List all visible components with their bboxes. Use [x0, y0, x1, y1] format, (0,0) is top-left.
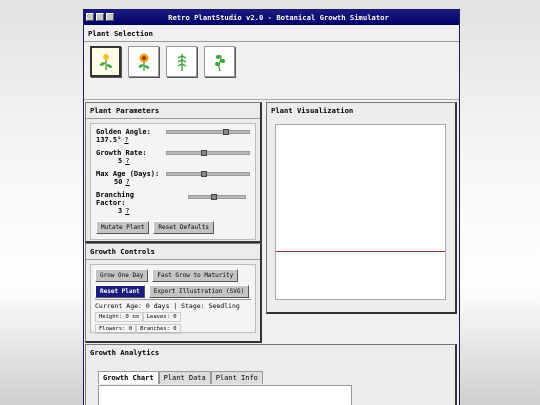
fern-icon: [177, 53, 186, 71]
title-bar: Retro PlantStudio v2.0 - Botanical Growt…: [84, 10, 459, 25]
growth-rate-label: Growth Rate:: [96, 149, 147, 157]
plant-sunflower-button[interactable]: [128, 46, 159, 77]
export-svg-button[interactable]: Export Illustration (SVG): [148, 285, 250, 298]
golden-angle-label: Golden Angle:: [96, 128, 151, 136]
plant-sprout-button[interactable]: [90, 46, 121, 77]
growth-status: Current Age: 0 days | Stage: Seedling: [95, 299, 251, 310]
max-age-label: Max Age (Days):: [96, 170, 160, 178]
branching-value: 3: [118, 207, 123, 215]
plant-fern-button[interactable]: [166, 46, 197, 77]
growth-chart-area: [98, 385, 352, 405]
golden-angle-row: Golden Angle: 137.5°?: [96, 128, 250, 144]
max-age-help[interactable]: ?: [125, 178, 129, 186]
ground-line: [276, 251, 445, 252]
close-window-button[interactable]: [86, 13, 94, 21]
growth-analytics-heading: Growth Analytics: [90, 348, 160, 357]
branching-label: Branching Factor:: [96, 191, 134, 207]
growth-analytics-panel: Growth Analytics Growth Chart Plant Data…: [85, 344, 457, 405]
branching-slider[interactable]: [188, 194, 246, 200]
branching-help[interactable]: ?: [125, 207, 129, 215]
analytics-tabs: Growth Chart Plant Data Plant Info: [98, 371, 455, 384]
fast-grow-button[interactable]: Fast Grow to Maturity: [152, 269, 239, 282]
plant-selection-heading: Plant Selection: [84, 26, 459, 42]
leaves-stat: Leaves: 0: [142, 312, 181, 322]
plant-parameters-heading: Plant Parameters: [86, 103, 260, 119]
growth-rate-row: Growth Rate: 5?: [96, 149, 250, 165]
growth-controls-heading: Growth Controls: [86, 244, 260, 260]
plant-vine-button[interactable]: [204, 46, 235, 77]
growth-controls-panel: Growth Controls Grow One Day Fast Grow t…: [85, 243, 262, 343]
golden-angle-slider-knob[interactable]: [222, 129, 229, 135]
max-age-row: Max Age (Days): 50?: [96, 170, 250, 186]
tab-growth-chart[interactable]: Growth Chart: [98, 371, 159, 384]
plant-parameters-panel: Plant Parameters Golden Angle: 137.5°? G…: [85, 102, 262, 243]
max-age-slider[interactable]: [165, 171, 250, 177]
branching-row: Branching Factor: 3?: [96, 191, 250, 215]
plant-canvas[interactable]: [275, 124, 446, 300]
tab-plant-info[interactable]: Plant Info: [210, 371, 263, 384]
growth-rate-value: 5: [118, 157, 123, 165]
plant-selection-panel: Plant Selection: [84, 26, 459, 100]
branching-slider-knob[interactable]: [211, 194, 218, 200]
sprout-icon: [99, 53, 112, 70]
grow-one-day-button[interactable]: Grow One Day: [95, 269, 149, 282]
app-window: Retro PlantStudio v2.0 - Botanical Growt…: [83, 9, 460, 405]
branches-stat: Branches: 0: [136, 324, 181, 334]
sunflower-icon: [138, 53, 149, 71]
plant-visualization-heading: Plant Visualization: [271, 106, 354, 115]
golden-angle-help[interactable]: ?: [124, 136, 128, 144]
flowers-stat: Flowers: 0: [95, 324, 137, 334]
maximize-window-button[interactable]: [106, 13, 114, 21]
growth-rate-slider[interactable]: [165, 150, 250, 156]
max-age-value: 50: [114, 178, 123, 186]
tab-plant-data[interactable]: Plant Data: [158, 371, 211, 384]
growth-rate-help[interactable]: ?: [125, 157, 129, 165]
plant-visualization-panel: Plant Visualization: [266, 102, 457, 314]
growth-rate-slider-knob[interactable]: [200, 150, 207, 156]
plant-stats: Height: 0 cm Leaves: 0: [95, 312, 251, 322]
reset-defaults-button[interactable]: Reset Defaults: [153, 221, 214, 234]
max-age-slider-knob[interactable]: [200, 171, 207, 177]
mutate-plant-button[interactable]: Mutate Plant: [96, 221, 150, 234]
golden-angle-slider[interactable]: [165, 129, 250, 135]
vine-icon: [214, 54, 225, 71]
reset-plant-button[interactable]: Reset Plant: [95, 285, 145, 298]
window-title: Retro PlantStudio v2.0 - Botanical Growt…: [168, 13, 389, 22]
height-stat: Height: 0 cm: [95, 312, 143, 322]
minimize-window-button[interactable]: [96, 13, 104, 21]
golden-angle-value: 137.5°: [96, 136, 122, 144]
